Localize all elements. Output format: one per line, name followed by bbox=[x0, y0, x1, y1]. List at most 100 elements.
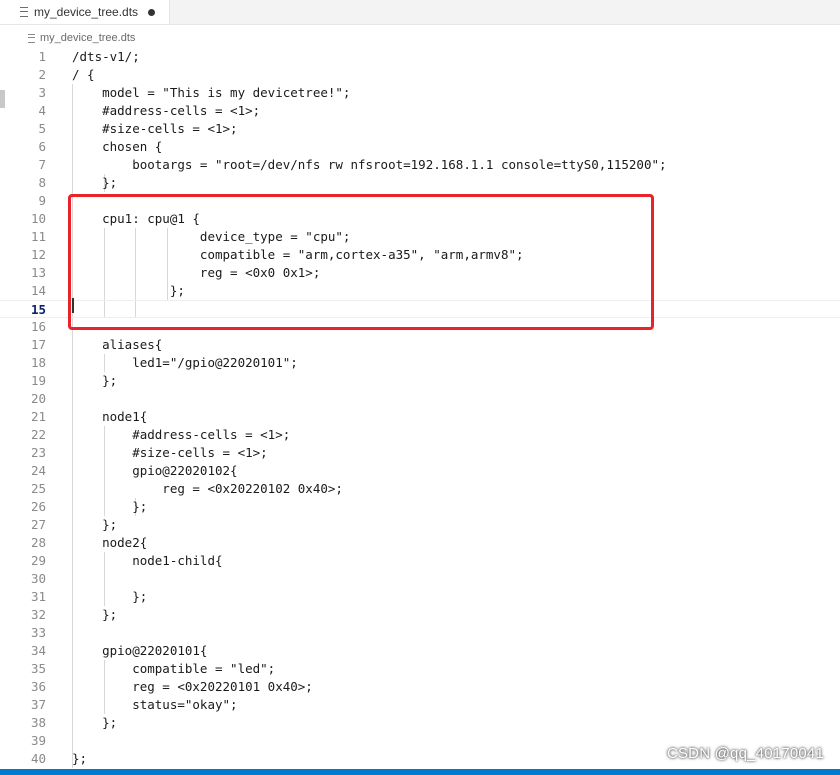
code-text[interactable]: gpio@22020102{ bbox=[72, 462, 237, 480]
code-line[interactable]: 23 #size-cells = <1>; bbox=[0, 444, 840, 462]
line-number: 40 bbox=[30, 751, 46, 766]
line-number: 17 bbox=[30, 337, 46, 352]
line-number: 25 bbox=[30, 481, 46, 496]
code-line[interactable]: 4 #address-cells = <1>; bbox=[0, 102, 840, 120]
code-text[interactable]: }; bbox=[72, 372, 117, 390]
code-text[interactable]: /dts-v1/; bbox=[72, 48, 140, 66]
watermark: CSDN @qq_40170041 bbox=[666, 745, 824, 762]
code-text[interactable]: }; bbox=[72, 588, 147, 606]
code-text[interactable]: }; bbox=[72, 498, 147, 516]
code-text[interactable]: model = "This is my devicetree!"; bbox=[72, 84, 350, 102]
line-number: 7 bbox=[38, 157, 46, 172]
line-number: 3 bbox=[38, 85, 46, 100]
code-line[interactable]: 24 gpio@22020102{ bbox=[0, 462, 840, 480]
line-number: 15 bbox=[30, 302, 46, 317]
code-line[interactable]: 7 bootargs = "root=/dev/nfs rw nfsroot=1… bbox=[0, 156, 840, 174]
code-line[interactable]: 19 }; bbox=[0, 372, 840, 390]
line-number: 4 bbox=[38, 103, 46, 118]
line-number: 36 bbox=[30, 679, 46, 694]
line-number: 28 bbox=[30, 535, 46, 550]
line-number: 13 bbox=[30, 265, 46, 280]
code-text[interactable]: }; bbox=[72, 714, 117, 732]
code-line[interactable]: 3 model = "This is my devicetree!"; bbox=[0, 84, 840, 102]
code-line[interactable]: 21 node1{ bbox=[0, 408, 840, 426]
code-text[interactable]: gpio@22020101{ bbox=[72, 642, 207, 660]
code-line[interactable]: 36 reg = <0x20220101 0x40>; bbox=[0, 678, 840, 696]
code-text[interactable]: #size-cells = <1>; bbox=[72, 120, 237, 138]
code-text[interactable]: }; bbox=[72, 516, 117, 534]
code-text[interactable]: aliases{ bbox=[72, 336, 162, 354]
line-number: 35 bbox=[30, 661, 46, 676]
breadcrumb[interactable]: my_device_tree.dts bbox=[28, 30, 135, 46]
code-line[interactable]: 22 #address-cells = <1>; bbox=[0, 426, 840, 444]
line-number: 11 bbox=[30, 229, 46, 244]
line-number: 24 bbox=[30, 463, 46, 478]
code-text[interactable]: led1="/gpio@22020101"; bbox=[72, 354, 298, 372]
line-number: 16 bbox=[30, 319, 46, 334]
tab-filename: my_device_tree.dts bbox=[34, 5, 139, 19]
line-number: 19 bbox=[30, 373, 46, 388]
editor-tab[interactable]: my_device_tree.dts bbox=[0, 0, 170, 24]
code-text[interactable]: #address-cells = <1>; bbox=[72, 426, 290, 444]
code-line[interactable]: 25 reg = <0x20220102 0x40>; bbox=[0, 480, 840, 498]
status-bar bbox=[0, 769, 840, 775]
line-number: 26 bbox=[30, 499, 46, 514]
line-number: 34 bbox=[30, 643, 46, 658]
code-line[interactable]: 34 gpio@22020101{ bbox=[0, 642, 840, 660]
code-line[interactable]: 31 }; bbox=[0, 588, 840, 606]
code-line[interactable]: 37 status="okay"; bbox=[0, 696, 840, 714]
code-text[interactable]: compatible = "led"; bbox=[72, 660, 275, 678]
code-line[interactable]: 32 }; bbox=[0, 606, 840, 624]
code-line[interactable]: 29 node1-child{ bbox=[0, 552, 840, 570]
line-number: 5 bbox=[38, 121, 46, 136]
code-line[interactable]: 28 node2{ bbox=[0, 534, 840, 552]
code-line[interactable]: 2 / { bbox=[0, 66, 840, 84]
line-number: 20 bbox=[30, 391, 46, 406]
code-text[interactable]: node1-child{ bbox=[72, 552, 222, 570]
line-number: 18 bbox=[30, 355, 46, 370]
code-text[interactable]: }; bbox=[72, 174, 117, 192]
line-number: 2 bbox=[38, 67, 46, 82]
code-line[interactable]: 20 bbox=[0, 390, 840, 408]
line-number: 23 bbox=[30, 445, 46, 460]
code-line[interactable]: 8 }; bbox=[0, 174, 840, 192]
code-text[interactable]: node1{ bbox=[72, 408, 147, 426]
code-line[interactable]: 38 }; bbox=[0, 714, 840, 732]
code-line[interactable]: 17 aliases{ bbox=[0, 336, 840, 354]
code-line[interactable]: 35 compatible = "led"; bbox=[0, 660, 840, 678]
line-number: 29 bbox=[30, 553, 46, 568]
code-text[interactable]: bootargs = "root=/dev/nfs rw nfsroot=192… bbox=[72, 156, 666, 174]
code-line[interactable]: 5 #size-cells = <1>; bbox=[0, 120, 840, 138]
code-text[interactable]: }; bbox=[72, 606, 117, 624]
line-number: 21 bbox=[30, 409, 46, 424]
code-text[interactable]: node2{ bbox=[72, 534, 147, 552]
code-text[interactable]: }; bbox=[72, 750, 87, 768]
code-line[interactable]: 6 chosen { bbox=[0, 138, 840, 156]
line-number: 14 bbox=[30, 283, 46, 298]
code-line[interactable]: 1/dts-v1/; bbox=[0, 48, 840, 66]
code-line[interactable]: 26 }; bbox=[0, 498, 840, 516]
line-number: 39 bbox=[30, 733, 46, 748]
line-number: 30 bbox=[30, 571, 46, 586]
line-number: 6 bbox=[38, 139, 46, 154]
code-line[interactable]: 33 bbox=[0, 624, 840, 642]
code-text[interactable]: #size-cells = <1>; bbox=[72, 444, 267, 462]
highlight-box bbox=[68, 194, 654, 330]
code-line[interactable]: 18 led1="/gpio@22020101"; bbox=[0, 354, 840, 372]
code-text[interactable]: #address-cells = <1>; bbox=[72, 102, 260, 120]
line-number: 22 bbox=[30, 427, 46, 442]
unsaved-dot-icon[interactable] bbox=[148, 8, 156, 16]
code-line[interactable]: 27 }; bbox=[0, 516, 840, 534]
code-text[interactable]: chosen { bbox=[72, 138, 162, 156]
line-number: 10 bbox=[30, 211, 46, 226]
code-line[interactable]: 30 bbox=[0, 570, 840, 588]
line-number: 1 bbox=[38, 49, 46, 64]
line-number: 38 bbox=[30, 715, 46, 730]
code-text[interactable]: status="okay"; bbox=[72, 696, 237, 714]
line-number: 8 bbox=[38, 175, 46, 190]
code-text[interactable]: reg = <0x20220101 0x40>; bbox=[72, 678, 313, 696]
code-text[interactable]: reg = <0x20220102 0x40>; bbox=[72, 480, 343, 498]
line-number: 33 bbox=[30, 625, 46, 640]
code-text[interactable]: / { bbox=[72, 66, 95, 84]
code-editor[interactable]: 1/dts-v1/; 2/ {3 model = "This is my devi… bbox=[0, 48, 840, 768]
